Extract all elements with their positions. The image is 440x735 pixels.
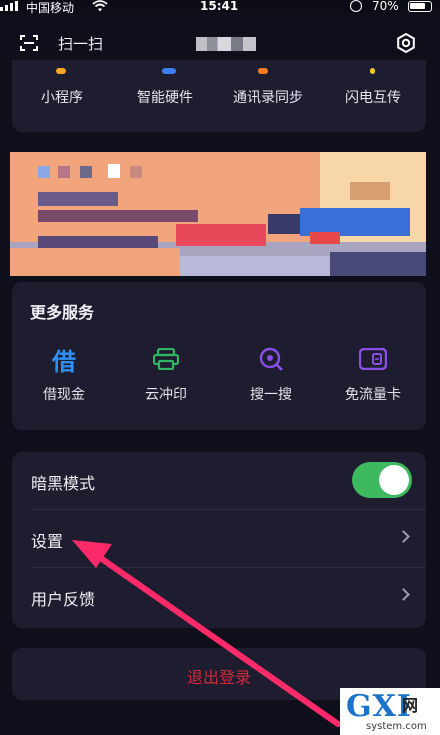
status-bar: 中国移动 15:41 70%: [0, 0, 440, 15]
scan-label[interactable]: 扫一扫: [58, 33, 103, 54]
rotation-lock-icon: [350, 0, 362, 12]
borrow-cash-icon: 借: [52, 347, 76, 376]
settings-card: 暗黑模式 设置 用户反馈: [12, 452, 426, 628]
contacts-sync-icon: [258, 68, 268, 74]
site-watermark-logo: GXI 网 system.com: [340, 688, 440, 735]
logout-label: 退出登录: [186, 668, 251, 687]
mini-app-item[interactable]: 智能硬件: [137, 87, 193, 107]
promo-banner[interactable]: [10, 152, 426, 276]
printer-icon: [126, 342, 206, 376]
chevron-right-icon: [397, 588, 410, 601]
gear-icon[interactable]: [396, 33, 416, 53]
service-label: 免流量卡: [345, 387, 401, 403]
service-borrow-cash[interactable]: 借 借现金: [24, 342, 104, 404]
service-data-card[interactable]: 免流量卡: [333, 342, 413, 404]
service-label: 搜一搜: [250, 387, 292, 403]
dark-mode-toggle[interactable]: [352, 462, 412, 498]
watermark-sub: system.com: [366, 721, 427, 732]
mini-app-item[interactable]: 闪电互传: [345, 87, 401, 107]
mini-apps-card: 小程序 智能硬件 通讯录同步 闪电互传: [12, 60, 426, 132]
search-icon: [231, 342, 311, 376]
wifi-icon: [92, 0, 108, 12]
scan-icon[interactable]: [20, 35, 38, 51]
service-label: 云冲印: [145, 387, 187, 403]
service-label: 借现金: [43, 387, 85, 403]
settings-label: 设置: [31, 532, 64, 551]
flash-transfer-icon: [370, 68, 375, 74]
clock: 15:41: [200, 0, 239, 13]
mini-app-item[interactable]: 通讯录同步: [233, 87, 303, 107]
toggle-knob: [379, 465, 409, 495]
more-services-card: 更多服务 借 借现金 云冲印 搜一搜 免流量卡: [12, 282, 426, 430]
dark-mode-label: 暗黑模式: [31, 474, 96, 493]
chevron-right-icon: [397, 530, 410, 543]
feedback-row[interactable]: 用户反馈: [12, 568, 426, 626]
battery-icon: [408, 1, 432, 12]
service-cloud-print[interactable]: 云冲印: [126, 342, 206, 404]
mini-app-item[interactable]: 小程序: [41, 87, 83, 107]
service-search[interactable]: 搜一搜: [231, 342, 311, 404]
dark-mode-row: 暗黑模式: [12, 452, 426, 510]
smart-hardware-icon: [162, 68, 176, 74]
battery-percent: 70%: [372, 0, 399, 13]
sim-card-icon: [333, 342, 413, 376]
feedback-label: 用户反馈: [31, 590, 96, 609]
username-blurred: [196, 37, 256, 51]
signal-icon: [0, 1, 18, 11]
services-title: 更多服务: [30, 303, 95, 322]
watermark-cn: 网: [402, 696, 419, 715]
settings-row[interactable]: 设置: [12, 510, 426, 568]
mini-program-icon: [56, 68, 66, 74]
